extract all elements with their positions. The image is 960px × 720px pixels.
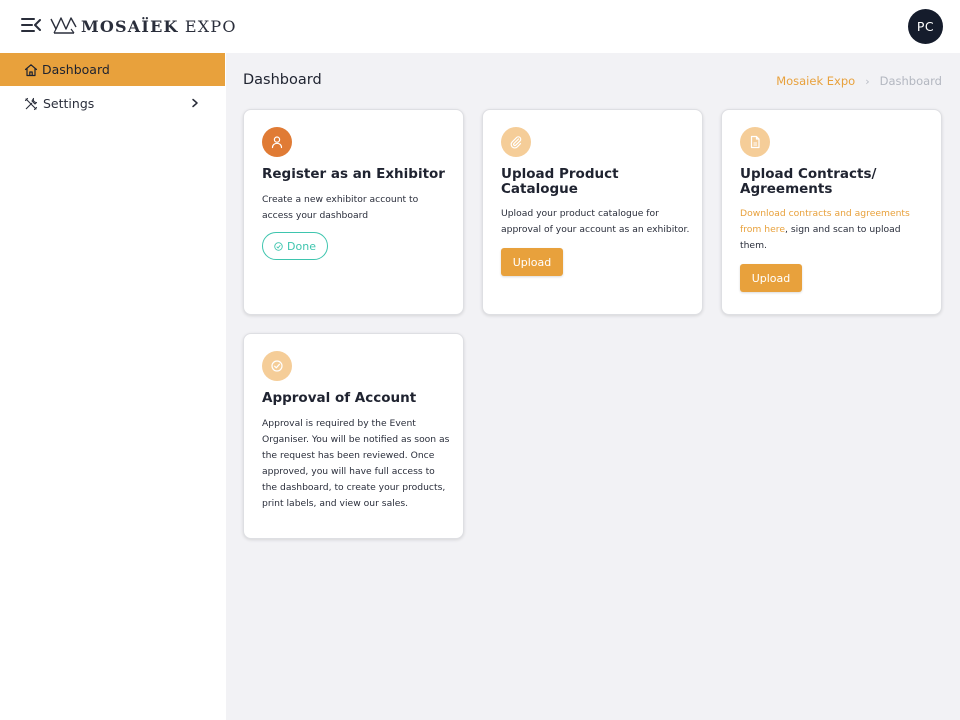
brand-name-part1: MOSAÏEK <box>81 16 179 36</box>
card-title: Register as an Exhibitor <box>262 166 445 182</box>
check-circle-icon <box>274 241 283 251</box>
approval-card: Approval of Account Approval is required… <box>243 333 464 539</box>
sidebar: Dashboard Settings <box>0 53 226 720</box>
upload-contracts-card: Upload Contracts/ Agreements Download co… <box>721 109 942 315</box>
paperclip-icon <box>501 127 531 157</box>
sidebar-item-settings[interactable]: Settings <box>0 87 225 120</box>
upload-contracts-button[interactable]: Upload <box>740 264 802 292</box>
breadcrumb-separator: › <box>865 74 870 88</box>
sidebar-item-dashboard[interactable]: Dashboard <box>0 53 225 86</box>
brand-logo[interactable]: MOSAÏEK EXPO <box>49 13 237 39</box>
page-title: Dashboard <box>243 72 322 88</box>
card-title: Approval of Account <box>262 390 417 406</box>
card-description: Approval is required by the Event Organi… <box>262 418 450 509</box>
upload-catalogue-button[interactable]: Upload <box>501 248 563 276</box>
document-icon <box>740 127 770 157</box>
upload-catalogue-card: Upload Product Catalogue Upload your pro… <box>482 109 703 315</box>
sidebar-item-label: Dashboard <box>42 62 110 77</box>
sidebar-item-label: Settings <box>43 96 95 111</box>
done-status-button[interactable]: Done <box>262 232 328 260</box>
check-circle-icon <box>262 351 292 381</box>
card-description: Upload your product catalogue for approv… <box>501 208 690 235</box>
card-description: Create a new exhibitor account to access… <box>262 194 419 221</box>
breadcrumb-current: Dashboard <box>879 74 942 88</box>
home-icon <box>24 63 38 76</box>
top-bar: MOSAÏEK EXPO PC <box>0 0 960 53</box>
tools-icon <box>24 97 38 110</box>
done-label: Done <box>287 239 316 253</box>
card-title: Upload Contracts/ Agreements <box>740 166 877 197</box>
menu-collapse-icon[interactable] <box>21 16 41 34</box>
crown-icon <box>50 17 77 34</box>
card-description: Download contracts and agreements from h… <box>740 206 915 254</box>
user-icon <box>262 127 292 157</box>
user-avatar[interactable]: PC <box>908 9 943 44</box>
chevron-right-icon <box>192 98 198 108</box>
breadcrumb-home-link[interactable]: Mosaiek Expo <box>776 74 855 88</box>
card-title: Upload Product Catalogue <box>501 166 619 197</box>
register-exhibitor-card: Register as an Exhibitor Create a new ex… <box>243 109 464 315</box>
brand-name: MOSAÏEK EXPO <box>81 17 237 36</box>
breadcrumb: Mosaiek Expo › Dashboard <box>776 74 942 88</box>
brand-name-part2: EXPO <box>178 16 237 36</box>
